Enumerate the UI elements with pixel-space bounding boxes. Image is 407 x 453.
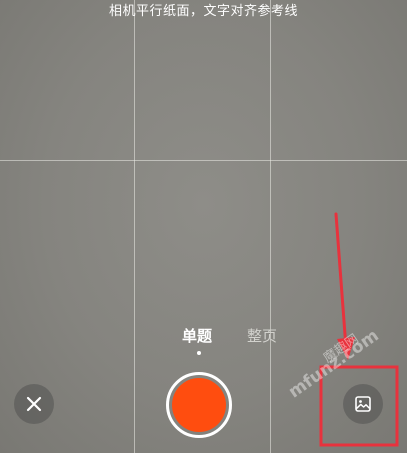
- annotation-arrow-head: [337, 337, 355, 360]
- mode-switcher: 单题 整页: [180, 326, 300, 360]
- watermark-brand: 魔趣网: [321, 331, 362, 367]
- grid-line-vertical-right: [270, 0, 271, 453]
- mode-selected-indicator: [197, 351, 201, 355]
- close-icon: [26, 396, 42, 412]
- grid-line-vertical-left: [134, 0, 135, 453]
- close-button[interactable]: [14, 384, 54, 424]
- grid-line-horizontal: [0, 160, 407, 161]
- annotation-arrow-shaft: [334, 212, 348, 350]
- mode-tab-single-question[interactable]: 单题: [182, 326, 212, 346]
- shutter-button[interactable]: [166, 372, 232, 438]
- shutter-core: [172, 378, 226, 432]
- mode-tab-full-page[interactable]: 整页: [247, 326, 277, 346]
- image-icon: [355, 396, 371, 412]
- camera-viewfinder[interactable]: 相机平行纸面，文字对齐参考线 单题 整页 魔趣网 mfunz.com: [0, 0, 407, 453]
- alignment-hint: 相机平行纸面，文字对齐参考线: [108, 4, 298, 19]
- watermark: 魔趣网 mfunz.com: [283, 326, 403, 450]
- gallery-button[interactable]: [343, 384, 383, 424]
